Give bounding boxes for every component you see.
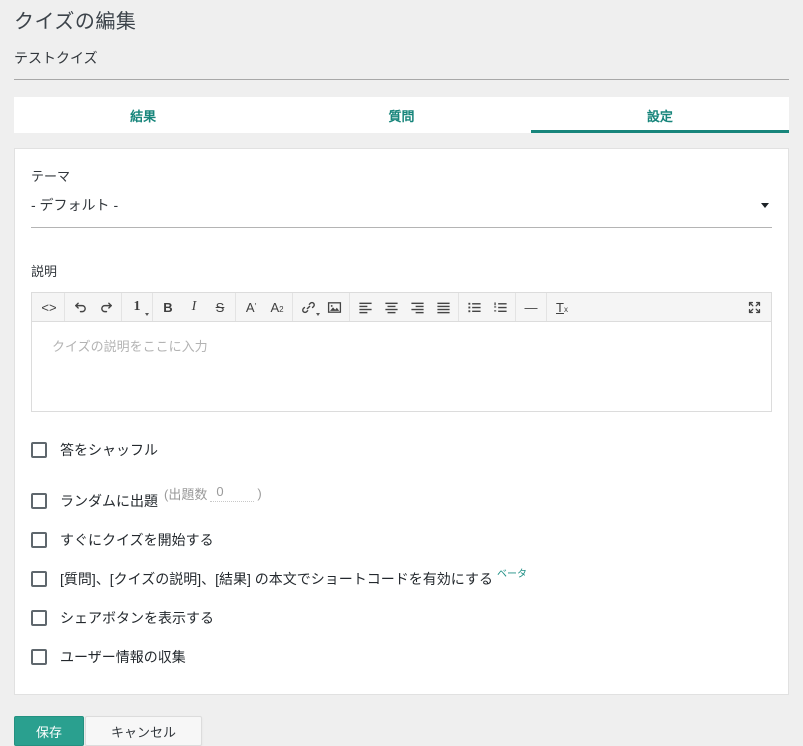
horizontal-line-button[interactable]: — — [518, 295, 544, 319]
align-left-icon — [358, 302, 372, 313]
option-row-start-now: すぐにクイズを開始する — [31, 530, 772, 550]
ordered-list-button[interactable] — [487, 295, 513, 319]
select-caret-icon — [761, 202, 769, 208]
tab-bar: 結果 質問 設定 — [14, 97, 790, 133]
tab-results[interactable]: 結果 — [14, 97, 272, 133]
shuffle-answers-checkbox[interactable] — [31, 442, 47, 458]
question-count-suffix: ) — [257, 485, 262, 501]
random-questions-label: ランダムに出題 — [60, 493, 158, 509]
cancel-button[interactable]: キャンセル — [85, 716, 203, 746]
beta-badge: ベータ — [496, 568, 527, 580]
redo-icon — [100, 302, 112, 312]
link-icon — [301, 301, 315, 313]
tab-settings[interactable]: 設定 — [530, 97, 790, 133]
align-justify-button[interactable] — [430, 295, 456, 319]
editor-placeholder: クイズの説明をここに入力 — [52, 339, 208, 354]
dropdown-caret-icon — [316, 313, 320, 316]
italic-button[interactable]: I — [181, 295, 207, 319]
description-label: 説明 — [31, 264, 58, 279]
image-icon — [327, 301, 341, 313]
editor-toolbar: <> 1 B I S A ′ A 2 — T x — [31, 292, 772, 322]
fullscreen-button[interactable] — [741, 295, 767, 319]
unordered-list-button[interactable] — [461, 295, 487, 319]
theme-selected-value: - デフォルト - — [31, 197, 119, 213]
redo-button[interactable] — [93, 295, 119, 319]
enable-shortcodes-label: [質問]、[クイズの説明]、[結果] の本文でショートコードを有効にする — [60, 571, 493, 587]
align-center-button[interactable] — [378, 295, 404, 319]
option-row-shuffle: 答をシャッフル — [31, 440, 772, 460]
question-count-group: (出題数 ) — [164, 484, 262, 503]
page-title: クイズの編集 — [14, 11, 137, 33]
theme-label: テーマ — [31, 169, 71, 184]
start-quiz-immediately-checkbox[interactable] — [31, 532, 47, 548]
insert-image-button[interactable] — [321, 295, 347, 319]
start-quiz-immediately-label: すぐにクイズを開始する — [60, 532, 214, 548]
theme-select[interactable]: - デフォルト - — [31, 195, 772, 228]
align-right-icon — [410, 302, 424, 313]
footer-actions: 保存 キャンセル — [14, 716, 789, 746]
settings-panel: テーマ - デフォルト - 説明 <> 1 B I S A ′ A 2 — T … — [14, 148, 789, 695]
dropdown-caret-icon — [145, 313, 149, 316]
align-left-button[interactable] — [352, 295, 378, 319]
fullscreen-icon — [748, 301, 760, 313]
superscript-button[interactable]: A ′ — [238, 295, 264, 319]
bold-button[interactable]: B — [155, 295, 181, 319]
code-view-button[interactable]: <> — [36, 295, 62, 319]
unordered-list-icon — [467, 302, 481, 312]
undo-icon — [74, 302, 86, 312]
subscript-button[interactable]: A2 — [264, 295, 290, 319]
quiz-title-input[interactable] — [14, 50, 789, 80]
option-row-random: ランダムに出題 (出題数 ) — [31, 484, 772, 511]
align-justify-icon — [436, 302, 450, 313]
option-row-collect-info: ユーザー情報の収集 — [31, 647, 772, 667]
show-share-buttons-checkbox[interactable] — [31, 610, 47, 626]
insert-link-button[interactable] — [295, 295, 321, 319]
undo-button[interactable] — [67, 295, 93, 319]
shuffle-answers-label: 答をシャッフル — [60, 442, 158, 458]
save-button[interactable]: 保存 — [14, 716, 85, 746]
tab-questions[interactable]: 質問 — [272, 97, 530, 133]
question-count-prefix: (出題数 — [164, 486, 208, 502]
clear-formatting-button[interactable]: Tx — [549, 295, 575, 319]
paragraph-format-button[interactable]: 1 — [124, 295, 150, 319]
random-questions-checkbox[interactable] — [31, 493, 47, 509]
collect-user-info-checkbox[interactable] — [31, 649, 47, 665]
description-editor: <> 1 B I S A ′ A 2 — T x クイズの説明をここに入力 — [31, 292, 772, 412]
strikethrough-button[interactable]: S — [207, 295, 233, 319]
align-center-icon — [384, 302, 398, 313]
description-editor-content[interactable]: クイズの説明をここに入力 — [31, 322, 772, 412]
option-row-shortcode: [質問]、[クイズの説明]、[結果] の本文でショートコードを有効にする ベータ — [31, 569, 772, 589]
quiz-edit-page: クイズの編集 結果 質問 設定 テーマ - デフォルト - 説明 <> — [0, 0, 803, 746]
enable-shortcodes-checkbox[interactable] — [31, 571, 47, 587]
show-share-buttons-label: シェアボタンを表示する — [60, 610, 214, 626]
ordered-list-icon — [493, 301, 507, 312]
option-row-share: シェアボタンを表示する — [31, 608, 772, 628]
question-count-input[interactable] — [210, 484, 255, 502]
align-right-button[interactable] — [404, 295, 430, 319]
collect-user-info-label: ユーザー情報の収集 — [60, 649, 186, 665]
